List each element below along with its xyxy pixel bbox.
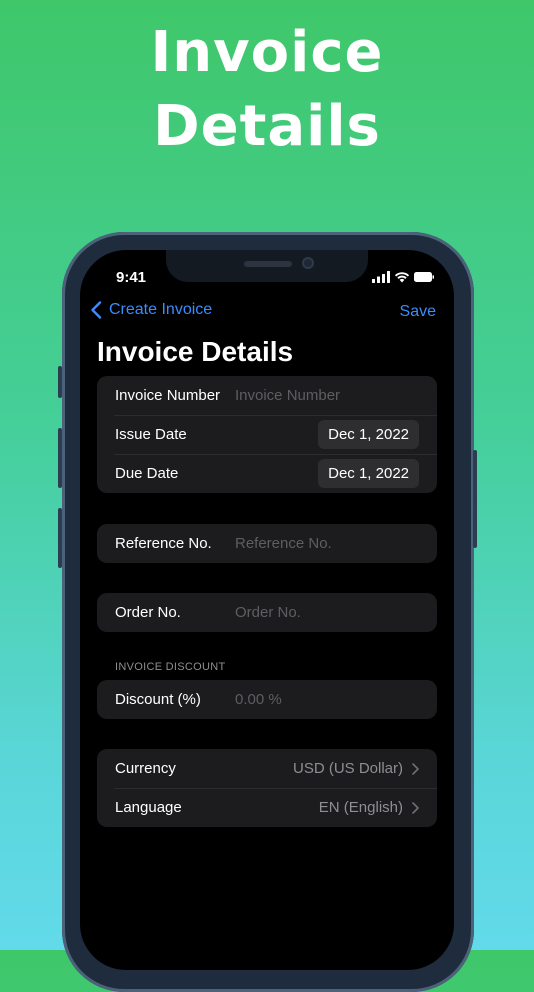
promo-headline: Invoice Details — [0, 16, 534, 164]
discount-input[interactable]: 0.00 % — [235, 691, 282, 708]
back-button[interactable]: Create Invoice — [90, 301, 212, 319]
due-date-row: Due Date Dec 1, 2022 — [97, 454, 437, 493]
language-label: Language — [115, 799, 182, 816]
chevron-left-icon — [91, 301, 102, 319]
currency-value: USD (US Dollar) — [292, 760, 403, 777]
due-date-picker[interactable]: Dec 1, 2022 — [318, 459, 419, 488]
status-time: 9:41 — [116, 269, 147, 286]
speaker-grille — [244, 261, 292, 267]
order-group: Order No. Order No. — [97, 593, 437, 632]
order-label: Order No. — [115, 604, 181, 621]
reference-input[interactable]: Reference No. — [235, 535, 332, 552]
page-title: Invoice Details — [97, 336, 294, 367]
language-value: EN (English) — [318, 799, 403, 816]
chevron-right-icon — [412, 802, 419, 814]
volume-up-button — [58, 428, 62, 488]
language-row[interactable]: Language EN (English) — [97, 788, 437, 827]
due-date-label: Due Date — [115, 465, 179, 482]
issue-date-picker[interactable]: Dec 1, 2022 — [318, 420, 419, 449]
back-button-label: Create Invoice — [109, 301, 213, 318]
locale-group: Currency USD (US Dollar) Language EN (En… — [97, 749, 437, 827]
currency-row[interactable]: Currency USD (US Dollar) — [97, 749, 437, 788]
reference-row[interactable]: Reference No. Reference No. — [97, 524, 437, 563]
reference-label: Reference No. — [115, 535, 212, 552]
front-camera — [302, 257, 314, 269]
discount-group: Discount (%) 0.00 % — [97, 680, 437, 719]
chevron-right-icon — [412, 763, 419, 775]
headline-line-2: Details — [153, 94, 381, 159]
invoice-main-group: Invoice Number Invoice Number Issue Date… — [97, 376, 437, 493]
discount-section-header: INVOICE DISCOUNT — [115, 661, 226, 673]
issue-date-row: Issue Date Dec 1, 2022 — [97, 415, 437, 454]
save-button[interactable]: Save — [400, 303, 436, 321]
invoice-number-row[interactable]: Invoice Number Invoice Number — [97, 376, 437, 415]
order-row[interactable]: Order No. Order No. — [97, 593, 437, 632]
discount-label: Discount (%) — [115, 691, 201, 708]
status-icons — [372, 270, 434, 284]
discount-row[interactable]: Discount (%) 0.00 % — [97, 680, 437, 719]
currency-label: Currency — [115, 760, 176, 777]
wifi-icon — [394, 272, 410, 283]
phone-screen: 9:41 Create Invoice Save Invoice Details… — [80, 250, 454, 970]
signal-icon — [372, 271, 390, 283]
headline-line-1: Invoice — [150, 20, 384, 85]
volume-down-button — [58, 508, 62, 568]
battery-icon — [414, 272, 434, 282]
mute-switch — [58, 366, 62, 398]
notch — [166, 250, 368, 282]
reference-group: Reference No. Reference No. — [97, 524, 437, 563]
issue-date-label: Issue Date — [115, 426, 187, 443]
invoice-number-input[interactable]: Invoice Number — [235, 387, 340, 404]
power-button — [473, 450, 477, 548]
order-input[interactable]: Order No. — [235, 604, 301, 621]
invoice-number-label: Invoice Number — [115, 387, 221, 404]
